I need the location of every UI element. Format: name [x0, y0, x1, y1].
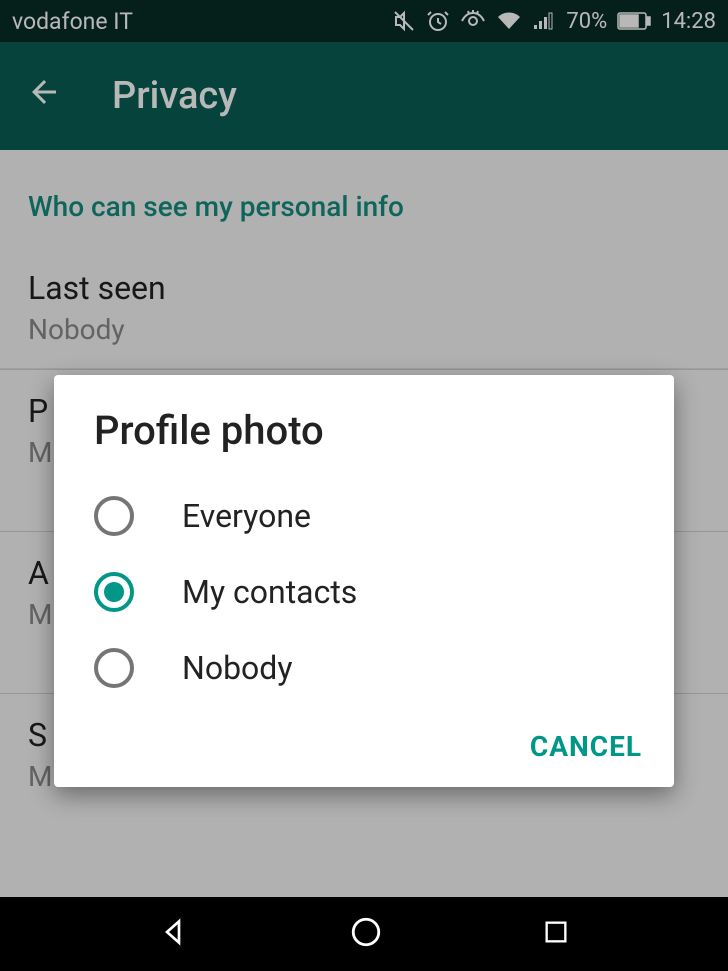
option-label: Nobody — [182, 649, 292, 687]
cancel-button[interactable]: CANCEL — [530, 730, 642, 763]
setting-title: Last seen — [28, 269, 700, 307]
radio-icon — [94, 572, 134, 612]
nav-back-icon[interactable] — [159, 916, 191, 952]
option-my-contacts[interactable]: My contacts — [54, 554, 674, 630]
navigation-bar — [0, 897, 728, 971]
option-nobody[interactable]: Nobody — [54, 630, 674, 706]
dialog-title: Profile photo — [54, 375, 674, 478]
carrier-label: vodafone IT — [12, 8, 133, 35]
time-label: 14:28 — [661, 9, 716, 34]
setting-last-seen[interactable]: Last seen Nobody — [0, 247, 728, 369]
eye-icon — [460, 9, 486, 33]
radio-icon — [94, 648, 134, 688]
mute-icon — [392, 9, 416, 33]
status-icons: 70% + 14:28 — [392, 9, 716, 34]
page-title: Privacy — [112, 74, 237, 118]
option-everyone[interactable]: Everyone — [54, 478, 674, 554]
setting-value: Nobody — [28, 313, 700, 346]
option-label: My contacts — [182, 573, 357, 611]
battery-percent: 70% — [566, 9, 607, 34]
svg-text:+: + — [626, 14, 633, 28]
alarm-icon — [426, 9, 450, 33]
dialog-actions: CANCEL — [54, 706, 674, 775]
toolbar: Privacy — [0, 42, 728, 150]
nav-home-icon[interactable] — [349, 915, 383, 953]
status-bar: vodafone IT 70% + 14:28 — [0, 0, 728, 42]
nav-recent-icon[interactable] — [542, 918, 570, 950]
back-arrow-icon[interactable] — [26, 73, 62, 120]
battery-icon: + — [617, 12, 651, 30]
radio-icon — [94, 496, 134, 536]
signal-icon — [532, 9, 556, 33]
wifi-icon — [496, 9, 522, 33]
profile-photo-dialog: Profile photo Everyone My contacts Nobod… — [54, 375, 674, 787]
section-header: Who can see my personal info — [0, 150, 728, 247]
option-label: Everyone — [182, 497, 311, 535]
